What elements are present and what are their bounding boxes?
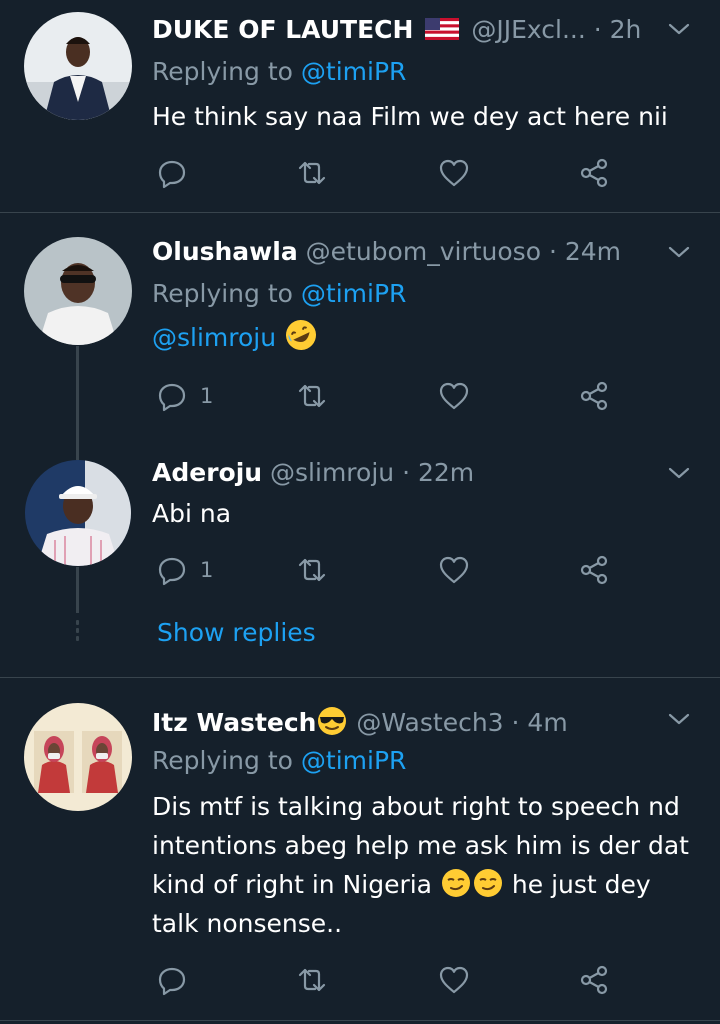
tweet-text-line: Dis mtf is talking about right to speech… (152, 792, 680, 821)
username[interactable]: @JJExcl... (471, 15, 585, 44)
share-button[interactable] (578, 550, 610, 590)
retweet-button[interactable] (296, 376, 328, 416)
avatar-duke-of-lautech[interactable] (24, 12, 132, 120)
thread-dot (76, 620, 79, 625)
chevron-down-icon[interactable] (664, 237, 694, 267)
like-button[interactable] (438, 376, 470, 416)
replying-to: Replying to @timiPR (152, 57, 407, 86)
thread-dot (76, 628, 79, 633)
share-icon (580, 381, 608, 411)
heart-icon (439, 382, 469, 410)
retweet-icon (298, 161, 326, 185)
share-button[interactable] (578, 960, 610, 1000)
rolling-laughing-emoji-icon (286, 320, 317, 350)
reply-icon (158, 160, 186, 189)
chevron-down-icon[interactable] (664, 458, 694, 488)
reply-button[interactable]: 1 (156, 376, 213, 416)
tweet-header: Itz Wastech @Wastech3 · 4m (152, 705, 568, 737)
tweet-actions (0, 960, 720, 1000)
tweet-duke-of-lautech[interactable]: DUKE OF LAUTECH @JJExcl... · 2h Replying… (0, 0, 720, 212)
retweet-icon (298, 968, 326, 992)
tweet-aderoju[interactable]: Aderoju @slimroju · 22m Abi na 1 (0, 458, 720, 598)
tweet-text: @slimroju (152, 318, 318, 357)
tweet-header: Aderoju @slimroju · 22m (152, 458, 474, 487)
replying-to: Replying to @timiPR (152, 746, 407, 775)
reply-count: 1 (200, 384, 214, 408)
share-button[interactable] (578, 153, 610, 193)
chevron-down-icon[interactable] (664, 14, 694, 44)
retweet-icon (298, 384, 326, 408)
tweet-text: He think say naa Film we dey act here ni… (152, 102, 668, 131)
like-button[interactable] (438, 153, 470, 193)
avatar-olushawla[interactable] (24, 237, 132, 345)
tweet-header: DUKE OF LAUTECH @JJExcl... · 2h (152, 15, 641, 44)
tweet-actions: 1 (0, 550, 720, 590)
display-name[interactable]: Itz Wastech (152, 708, 316, 737)
retweet-icon (298, 558, 326, 582)
tweet-text-line: intentions abeg help me ask him is der d… (152, 831, 689, 860)
reply-icon (158, 557, 186, 586)
smirking-face-emoji-icon (441, 869, 470, 897)
reply-button[interactable] (156, 153, 188, 193)
heart-icon (439, 159, 469, 187)
heart-icon (439, 556, 469, 584)
divider (0, 1020, 720, 1021)
timestamp[interactable]: · 24m (549, 237, 621, 266)
replying-to-handle[interactable]: @timiPR (301, 279, 407, 308)
share-icon (580, 965, 608, 995)
heart-icon (439, 966, 469, 994)
tweet-itz-wastech[interactable]: Itz Wastech @Wastech3 · 4m Replying to @… (0, 678, 720, 1024)
tweet-header: Olushawla @etubom_virtuoso · 24m (152, 237, 621, 266)
chevron-down-icon[interactable] (664, 704, 694, 734)
display-name[interactable]: DUKE OF LAUTECH (152, 15, 413, 44)
show-replies-link[interactable]: Show replies (157, 618, 316, 647)
replying-to-handle[interactable]: @timiPR (301, 57, 407, 86)
us-flag-icon (425, 18, 460, 40)
replying-to: Replying to @timiPR (152, 279, 407, 308)
reply-icon (158, 383, 186, 412)
display-name[interactable]: Aderoju (152, 458, 262, 487)
tweet-actions: 1 (0, 376, 720, 416)
share-button[interactable] (578, 376, 610, 416)
like-button[interactable] (438, 960, 470, 1000)
sunglasses-emoji-icon (318, 707, 347, 735)
username[interactable]: @etubom_virtuoso (306, 237, 541, 266)
timestamp[interactable]: · 22m (402, 458, 474, 487)
timestamp[interactable]: · 2h (594, 15, 642, 44)
tweet-text-line: talk nonsense.. (152, 909, 343, 938)
username[interactable]: @Wastech3 (356, 708, 503, 737)
display-name[interactable]: Olushawla (152, 237, 298, 266)
timestamp[interactable]: · 4m (512, 708, 568, 737)
username[interactable]: @slimroju (270, 458, 394, 487)
tweet-actions (0, 153, 720, 193)
avatar-itz-wastech[interactable] (24, 703, 132, 811)
share-icon (580, 555, 608, 585)
reply-icon (158, 967, 186, 996)
reply-button[interactable] (156, 960, 188, 1000)
tweet-text: Dis mtf is talking about right to speech… (152, 787, 689, 943)
like-button[interactable] (438, 550, 470, 590)
retweet-button[interactable] (296, 960, 328, 1000)
reply-button[interactable]: 1 (156, 550, 213, 590)
smirking-face-emoji-icon (473, 869, 502, 897)
retweet-button[interactable] (296, 550, 328, 590)
mention-link[interactable]: @slimroju (152, 323, 276, 352)
replying-to-handle[interactable]: @timiPR (301, 746, 407, 775)
share-icon (580, 158, 608, 188)
tweet-text: Abi na (152, 499, 232, 528)
tweet-olushawla[interactable]: Olushawla @etubom_virtuoso · 24m Replyin… (0, 213, 720, 458)
retweet-button[interactable] (296, 153, 328, 193)
thread-dot (76, 636, 79, 641)
reply-count: 1 (200, 558, 214, 582)
tweet-text-line: kind of right in Nigeria he just dey (152, 865, 689, 904)
